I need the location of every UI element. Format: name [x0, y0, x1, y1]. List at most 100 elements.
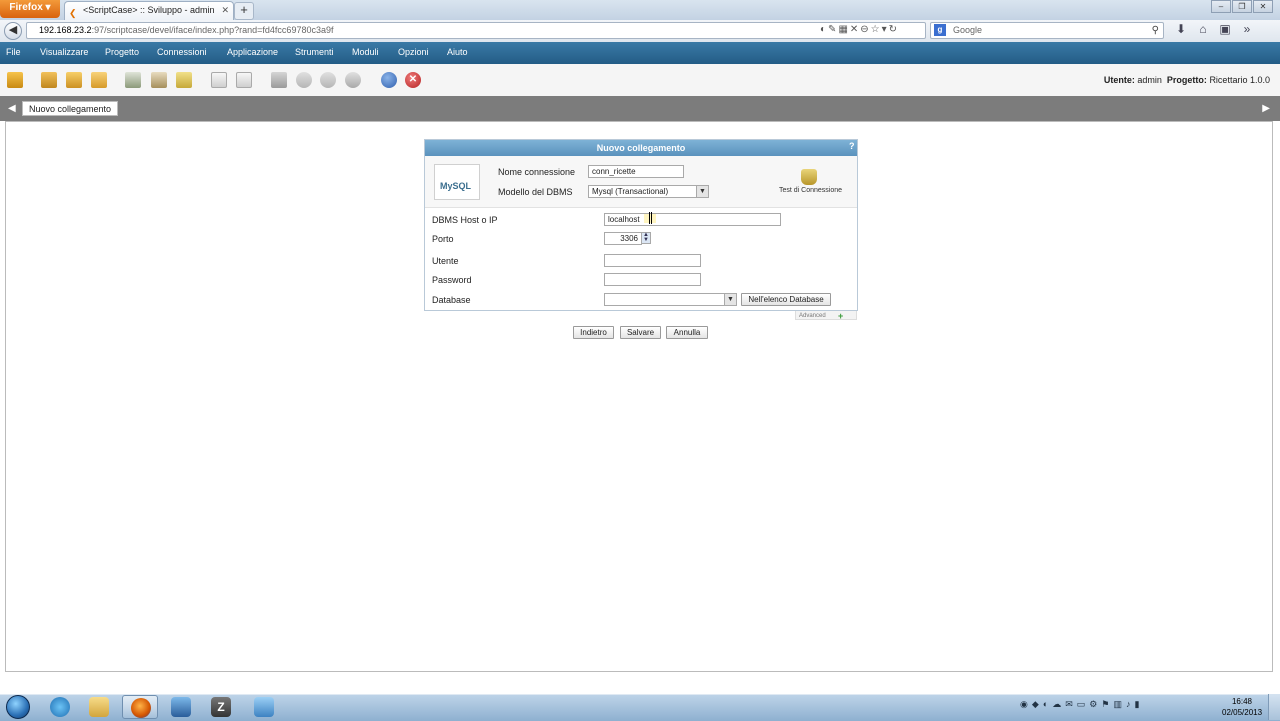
taskbar-ie[interactable]: [42, 695, 78, 719]
database-icon[interactable]: [176, 72, 192, 88]
search-icon[interactable]: ⚲: [1152, 23, 1159, 38]
scroll-right-icon[interactable]: ▶: [1262, 103, 1270, 114]
exit-icon[interactable]: ✕: [405, 72, 421, 88]
start-button[interactable]: [4, 694, 32, 720]
dropdown-icon[interactable]: ▾: [882, 24, 889, 35]
dialog-help-icon[interactable]: ?: [849, 141, 855, 151]
generate-icon[interactable]: [296, 72, 312, 88]
download-icon[interactable]: ⬇: [1170, 22, 1192, 36]
copy-document-icon[interactable]: [236, 72, 252, 88]
reload-icon[interactable]: ↻: [889, 24, 899, 35]
conn-name-input[interactable]: conn_ricette: [588, 165, 684, 178]
url-bar[interactable]: 192.168.23.2:97/scriptcase/devel/iface/i…: [26, 22, 926, 39]
tab-close-icon[interactable]: ✕: [221, 2, 229, 19]
taskbar-clock[interactable]: 16:48 02/05/2013: [1222, 696, 1262, 718]
back-arrow-icon[interactable]: ◀: [4, 22, 22, 40]
new-document-icon[interactable]: [211, 72, 227, 88]
show-desktop-button[interactable]: [1268, 694, 1280, 720]
taskbar-explorer[interactable]: [81, 695, 117, 719]
bookmark-star-icon[interactable]: ☆: [871, 24, 882, 35]
dbms-select[interactable]: Mysql (Transactional) ▼: [588, 185, 709, 198]
tray-sync-icon[interactable]: ◐: [1043, 699, 1052, 709]
port-input[interactable]: 3306: [604, 232, 642, 245]
google-engine-icon[interactable]: g: [934, 24, 946, 36]
tab-title: <ScriptCase> :: Sviluppo - admin: [83, 5, 215, 15]
tab-groups-icon[interactable]: ▣: [1214, 22, 1236, 36]
clock-date: 02/05/2013: [1222, 708, 1263, 717]
tray-flag-icon[interactable]: ⚑: [1101, 699, 1113, 709]
user-project-info: Utente: admin Progetto: Ricettario 1.0.0: [1104, 75, 1270, 85]
advanced-label[interactable]: Advanced: [799, 313, 826, 319]
firefox-menu-button[interactable]: Firefox ▾: [0, 0, 60, 18]
open-project-icon[interactable]: [66, 72, 82, 88]
tray-shield-icon[interactable]: ◆: [1032, 699, 1043, 709]
cancel-button[interactable]: Annulla: [666, 326, 708, 339]
close-window-icon[interactable]: ✕: [1253, 0, 1273, 13]
windows-logo-icon: [6, 695, 30, 719]
tray-cloud-icon[interactable]: ☁: [1052, 699, 1065, 709]
chevron-down-icon[interactable]: ▼: [696, 186, 708, 197]
taskbar-firefox[interactable]: [122, 695, 158, 719]
grid-icon[interactable]: ▦: [838, 24, 849, 35]
password-input[interactable]: [604, 273, 701, 286]
run-icon[interactable]: [320, 72, 336, 88]
edit-app-icon[interactable]: [151, 72, 167, 88]
search-bar[interactable]: g Google ⚲: [930, 22, 1164, 39]
menu-overflow-icon[interactable]: »: [1236, 22, 1258, 36]
menu-aiuto[interactable]: Aiuto: [447, 47, 468, 57]
menu-strumenti[interactable]: Strumenti: [295, 47, 334, 57]
menu-connessioni[interactable]: Connessioni: [157, 47, 207, 57]
system-tray: ◉◆◐☁✉▭⚙⚑▥♪▮: [1020, 699, 1143, 710]
excel-icon[interactable]: ✕: [850, 24, 860, 35]
save-icon[interactable]: [271, 72, 287, 88]
pen-icon[interactable]: ✎: [828, 24, 838, 35]
tray-battery-icon[interactable]: ▮: [1134, 699, 1143, 709]
stop-icon[interactable]: ⊖: [860, 24, 870, 35]
taskbar-filezilla[interactable]: Z: [203, 695, 239, 719]
tray-usb-icon[interactable]: ⚙: [1089, 699, 1101, 709]
scroll-left-icon[interactable]: ◀: [8, 103, 16, 114]
home-icon[interactable]: [7, 72, 23, 88]
port-label: Porto: [432, 234, 454, 244]
help-icon[interactable]: [381, 72, 397, 88]
menu-file[interactable]: File: [6, 47, 21, 57]
tray-network-icon[interactable]: ▥: [1113, 699, 1126, 709]
home-icon[interactable]: ⌂: [1192, 22, 1214, 36]
new-project-icon[interactable]: [41, 72, 57, 88]
back-button[interactable]: Indietro: [573, 326, 614, 339]
database-list-button[interactable]: Nell'elenco Database: [741, 293, 831, 306]
database-select[interactable]: ▼: [604, 293, 737, 306]
addon-icon[interactable]: ◐: [820, 24, 828, 35]
new-app-icon[interactable]: [125, 72, 141, 88]
chevron-down-icon[interactable]: ▼: [724, 294, 736, 305]
folder-icon[interactable]: [91, 72, 107, 88]
export-icon[interactable]: [345, 72, 361, 88]
menu-progetto[interactable]: Progetto: [105, 47, 139, 57]
project-value: Ricettario: [1209, 75, 1248, 85]
maximize-icon[interactable]: ❐: [1232, 0, 1252, 13]
browser-tab[interactable]: ❮ <ScriptCase> :: Sviluppo - admin ✕: [64, 1, 234, 20]
minimize-icon[interactable]: –: [1211, 0, 1231, 13]
tray-chat-icon[interactable]: ✉: [1065, 699, 1077, 709]
menu-applicazione[interactable]: Applicazione: [227, 47, 278, 57]
breadcrumb-tab[interactable]: Nuovo collegamento: [22, 101, 119, 116]
folder-icon: [89, 697, 109, 717]
tray-monitor-icon[interactable]: ▭: [1077, 699, 1090, 709]
url-path: :97/scriptcase/devel/iface/index.php?ran…: [91, 25, 334, 35]
test-connection-icon[interactable]: [801, 169, 817, 185]
plus-icon[interactable]: +: [838, 311, 843, 321]
menu-moduli[interactable]: Moduli: [352, 47, 379, 57]
menu-visualizzare[interactable]: Visualizzare: [40, 47, 88, 57]
taskbar-remote-desktop[interactable]: [246, 695, 282, 719]
test-connection-button[interactable]: Test di Connessione: [779, 187, 842, 194]
menu-opzioni[interactable]: Opzioni: [398, 47, 429, 57]
user-input[interactable]: [604, 254, 701, 267]
host-input[interactable]: localhost: [604, 213, 781, 226]
new-tab-button[interactable]: +: [234, 2, 254, 20]
taskbar-network[interactable]: [163, 695, 199, 719]
search-placeholder: Google: [953, 25, 983, 35]
tray-app-icon[interactable]: ◉: [1020, 699, 1032, 709]
port-stepper[interactable]: ▲ ▼: [641, 232, 651, 244]
remote-desktop-icon: [254, 697, 274, 717]
save-button[interactable]: Salvare: [620, 326, 661, 339]
